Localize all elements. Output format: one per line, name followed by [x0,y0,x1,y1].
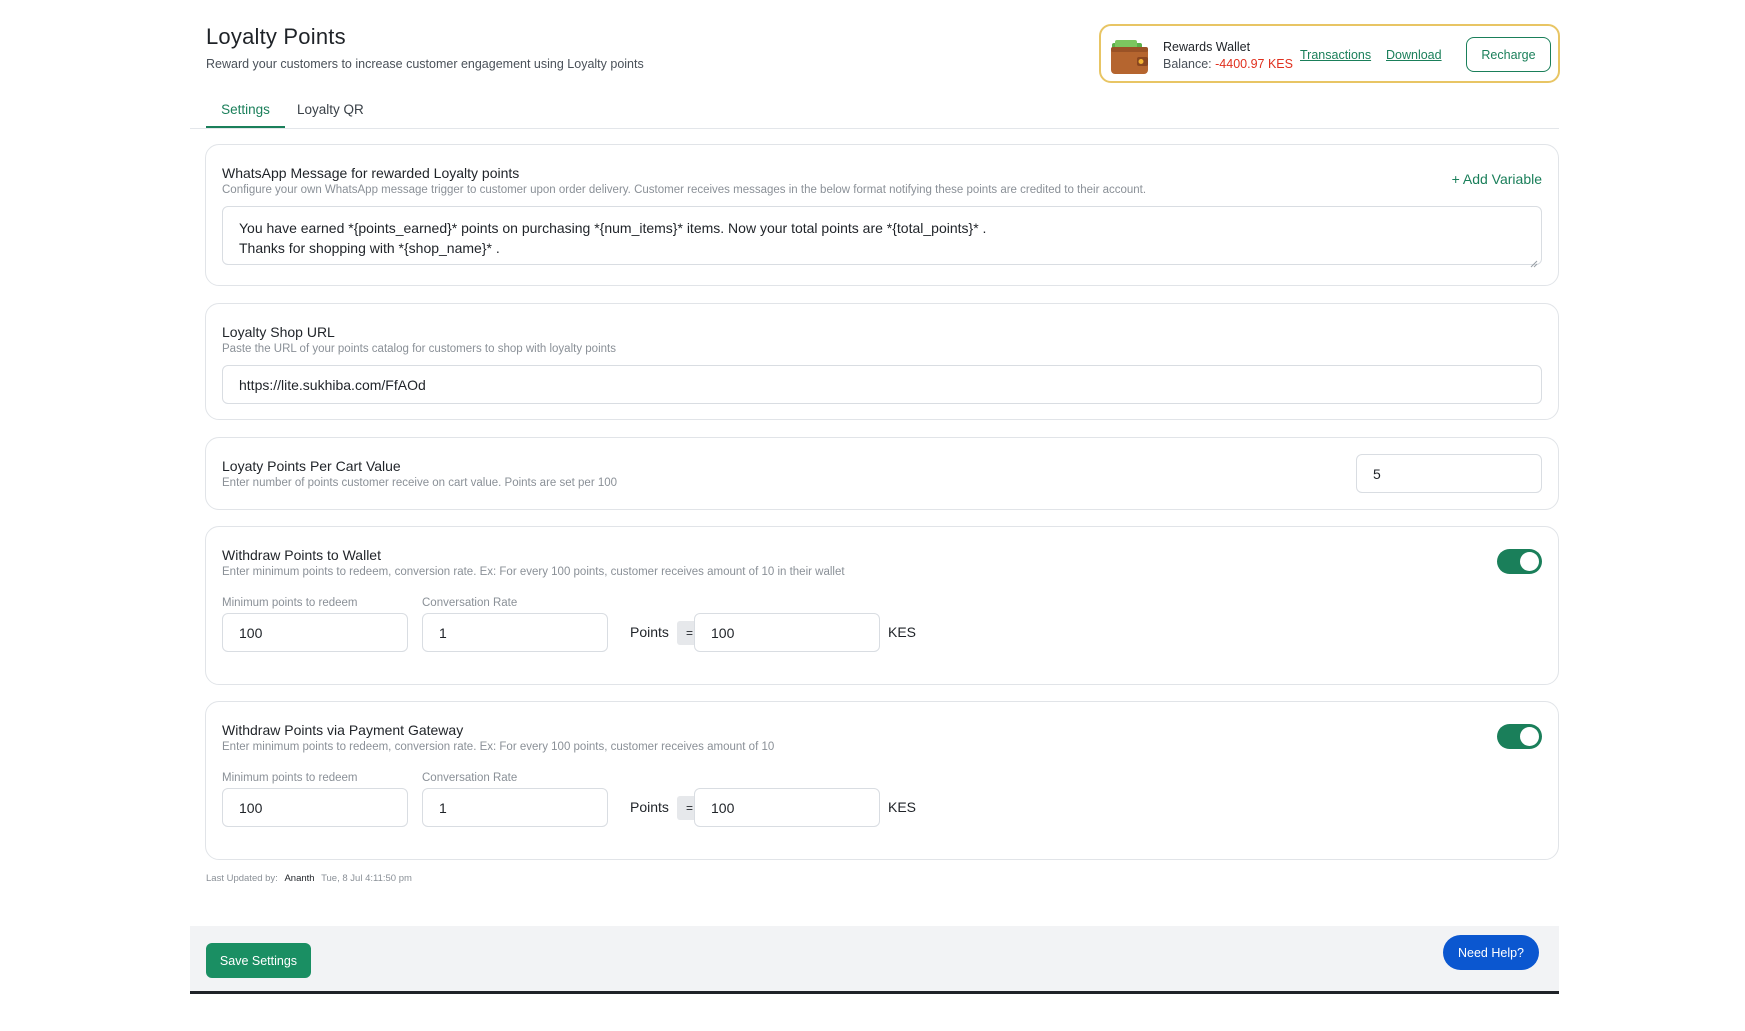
page-header: Loyalty Points Reward your customers to … [206,24,644,71]
withdraw-wallet-title: Withdraw Points to Wallet [222,547,381,563]
rewards-wallet-card: Rewards Wallet Balance: -4400.97 KES Tra… [1099,24,1560,83]
amount-input[interactable]: 100 [694,788,880,827]
amount-input[interactable]: 100 [694,613,880,652]
conversion-rate-label: Conversation Rate [422,772,518,784]
min-points-label: Minimum points to redeem [222,597,358,609]
add-variable-button[interactable]: + Add Variable [1452,171,1542,187]
cart-value-title: Loyaty Points Per Cart Value [222,458,401,474]
wallet-balance-label: Balance: [1163,57,1212,71]
page-title: Loyalty Points [206,24,346,49]
min-points-label: Minimum points to redeem [222,772,358,784]
points-per-cart-card: Loyaty Points Per Cart Value Enter numbe… [205,437,1559,510]
currency-label: KES [888,799,917,815]
whatsapp-card-description: Configure your own WhatsApp message trig… [222,184,1147,196]
need-help-button[interactable]: Need Help? [1443,935,1539,970]
page-subtitle: Reward your customers to increase custom… [206,57,644,71]
last-updated-info: Last Updated by: Ananth Tue, 8 Jul 4:11:… [206,873,412,884]
whatsapp-card-title: WhatsApp Message for rewarded Loyalty po… [222,165,520,181]
save-settings-button[interactable]: Save Settings [206,943,311,978]
whatsapp-message-card: WhatsApp Message for rewarded Loyalty po… [205,144,1559,286]
shop-url-description: Paste the URL of your points catalog for… [222,343,616,355]
tabs-divider [190,128,1559,129]
toggle-knob [1520,727,1539,746]
points-unit-label: Points [630,624,669,640]
loyalty-points-page: Loyalty Points Reward your customers to … [190,0,1560,994]
wallet-balance: Balance: -4400.97 KES [1163,57,1293,71]
footer-bar: Save Settings Need Help? [190,926,1559,991]
shop-url-input[interactable]: https://lite.sukhiba.com/FfAOd [222,365,1542,404]
currency-label: KES [888,624,917,640]
withdraw-gateway-card: Withdraw Points via Payment Gateway Ente… [205,701,1559,860]
tab-settings[interactable]: Settings [206,90,285,129]
recharge-button[interactable]: Recharge [1466,37,1551,72]
message-line-2: Thanks for shopping with *{shop_name}* . [239,240,500,256]
page-bottom-border [190,991,1559,994]
conversion-rate-input[interactable]: 1 [422,788,608,827]
wallet-icon [1109,34,1151,76]
message-line-1: You have earned *{points_earned}* points… [239,220,987,236]
wallet-title: Rewards Wallet [1163,40,1251,54]
shop-url-title: Loyalty Shop URL [222,324,335,340]
last-updated-user: Ananth [284,873,315,884]
last-updated-timestamp: Tue, 8 Jul 4:11:50 pm [321,873,412,884]
last-updated-label: Last Updated by: [206,873,278,884]
min-points-input[interactable]: 100 [222,613,408,652]
loyalty-shop-url-card: Loyalty Shop URL Paste the URL of your p… [205,303,1559,420]
whatsapp-message-textarea[interactable]: You have earned *{points_earned}* points… [222,206,1542,268]
min-points-input[interactable]: 100 [222,788,408,827]
wallet-balance-value: -4400.97 KES [1215,57,1293,71]
withdraw-wallet-toggle[interactable] [1497,549,1542,574]
withdraw-wallet-description: Enter minimum points to redeem, conversi… [222,566,845,578]
withdraw-wallet-card: Withdraw Points to Wallet Enter minimum … [205,526,1559,685]
withdraw-gateway-toggle[interactable] [1497,724,1542,749]
points-per-cart-input[interactable]: 5 [1356,454,1542,493]
conversion-rate-label: Conversation Rate [422,597,518,609]
resize-grip-icon[interactable] [1530,253,1538,268]
cart-value-description: Enter number of points customer receive … [222,477,618,489]
transactions-link[interactable]: Transactions [1300,48,1371,62]
withdraw-gateway-description: Enter minimum points to redeem, conversi… [222,741,775,753]
download-link[interactable]: Download [1386,48,1442,62]
conversion-rate-input[interactable]: 1 [422,613,608,652]
tab-loyalty-qr[interactable]: Loyalty QR [297,90,377,129]
withdraw-gateway-title: Withdraw Points via Payment Gateway [222,722,464,738]
points-unit-label: Points [630,799,669,815]
toggle-knob [1520,552,1539,571]
